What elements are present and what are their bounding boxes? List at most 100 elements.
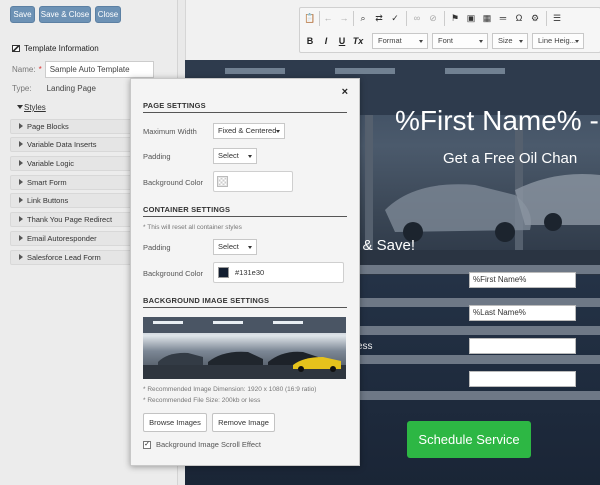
close-button[interactable]: Close xyxy=(95,6,121,23)
image-insert-icon[interactable]: ▣ xyxy=(464,11,478,25)
clear-format-button[interactable]: Tx xyxy=(351,34,365,48)
scroll-effect-option[interactable]: ✓ Background Image Scroll Effect xyxy=(143,440,261,449)
save-button[interactable]: Save xyxy=(10,6,35,23)
chevron-down-icon xyxy=(479,40,483,43)
caret-down-icon xyxy=(17,105,23,109)
phone-field[interactable] xyxy=(469,371,576,387)
type-row: Type: Landing Page xyxy=(12,84,96,93)
settings-gear-icon[interactable]: ⚙ xyxy=(528,11,542,25)
required-marker: * xyxy=(38,65,42,74)
max-width-value: Fixed & Centered xyxy=(218,126,277,135)
editor-toolbar-panel: 📋 ← → ⌕ ⇄ ✓ ∞ ⊘ ⚑ ▣ ▦ ═ Ω ⚙ ☰ B I U Tx F… xyxy=(185,0,600,60)
caret-right-icon xyxy=(19,123,23,129)
type-value: Landing Page xyxy=(46,84,96,93)
spellcheck-icon[interactable]: ✓ xyxy=(388,11,402,25)
bg-image-settings-title: BACKGROUND IMAGE SETTINGS xyxy=(143,296,270,305)
caret-right-icon xyxy=(19,235,23,241)
page-headline[interactable]: %First Name% - xyxy=(395,105,599,137)
caret-right-icon xyxy=(19,216,23,222)
italic-button[interactable]: I xyxy=(319,34,333,48)
modal-close-icon[interactable]: × xyxy=(342,86,348,98)
schedule-service-button[interactable]: Schedule Service xyxy=(407,421,531,458)
max-width-label: Maximum Width xyxy=(143,127,197,136)
undo-icon[interactable]: ← xyxy=(321,11,335,25)
page-settings-modal: × PAGE SETTINGS Maximum Width Fixed & Ce… xyxy=(130,78,360,466)
table-icon[interactable]: ▦ xyxy=(480,11,494,25)
template-name-input[interactable] xyxy=(44,61,154,78)
flag-icon[interactable]: ⚑ xyxy=(448,11,462,25)
styles-label: Styles xyxy=(24,103,46,112)
save-close-button[interactable]: Save & Close xyxy=(39,6,91,23)
empty-color-swatch xyxy=(217,176,228,187)
font-dropdown-label: Font xyxy=(438,36,454,45)
image-dimension-note: * Recommended Image Dimension: 1920 x 10… xyxy=(143,386,317,393)
link-icon[interactable]: ∞ xyxy=(410,11,424,25)
scroll-effect-label: Background Image Scroll Effect xyxy=(156,440,261,449)
first-name-field[interactable]: %First Name% xyxy=(469,272,576,288)
line-height-dropdown[interactable]: Line Heig... xyxy=(532,33,584,49)
paste-icon[interactable]: 📋 xyxy=(303,11,317,25)
template-information-heading: Template Information xyxy=(12,44,99,53)
section-divider xyxy=(143,112,347,113)
sidebar-item-label: Thank You Page Redirect xyxy=(27,215,113,224)
last-name-field[interactable]: %Last Name% xyxy=(469,305,576,321)
chevron-down-icon xyxy=(575,40,579,43)
dark-color-swatch xyxy=(218,267,229,278)
container-padding-select[interactable]: Select xyxy=(213,239,257,255)
section-divider xyxy=(143,216,347,217)
caret-right-icon xyxy=(19,179,23,185)
find-icon[interactable]: ⌕ xyxy=(356,11,370,25)
special-character-icon[interactable]: Ω xyxy=(512,11,526,25)
container-padding-label: Padding xyxy=(143,243,171,252)
page-subheadline[interactable]: Get a Free Oil Chan xyxy=(443,150,577,167)
image-size-note: * Recommended File Size: 200kb or less xyxy=(143,397,261,404)
type-label: Type: xyxy=(12,84,32,93)
format-dropdown[interactable]: Format xyxy=(372,33,428,49)
redo-icon[interactable]: → xyxy=(337,11,351,25)
image-icon xyxy=(12,45,20,52)
page-bg-color-picker[interactable] xyxy=(213,171,293,192)
container-padding-value: Select xyxy=(218,242,239,251)
styles-toggle[interactable]: Styles xyxy=(17,103,46,112)
replace-icon[interactable]: ⇄ xyxy=(372,11,386,25)
container-settings-title: CONTAINER SETTINGS xyxy=(143,205,231,214)
scroll-effect-checkbox[interactable]: ✓ xyxy=(143,440,151,449)
sidebar-item-label: Salesforce Lead Form xyxy=(27,253,101,262)
page-bg-color-label: Background Color xyxy=(143,178,204,187)
caret-right-icon xyxy=(19,141,23,147)
container-bg-color-label: Background Color xyxy=(143,269,204,278)
max-width-select[interactable]: Fixed & Centered xyxy=(213,123,285,139)
chevron-down-icon xyxy=(248,246,252,249)
caret-right-icon xyxy=(19,254,23,260)
unlink-icon[interactable]: ⊘ xyxy=(426,11,440,25)
template-information-label: Template Information xyxy=(24,44,99,53)
container-bg-color-value: #131e30 xyxy=(235,268,265,277)
sidebar-item-label: Email Autoresponder xyxy=(27,234,97,243)
bold-button[interactable]: B xyxy=(303,34,317,48)
container-bg-color-picker[interactable]: #131e30 xyxy=(213,262,344,283)
sidebar-item-label: Smart Form xyxy=(27,178,67,187)
page-padding-select[interactable]: Select xyxy=(213,148,257,164)
chevron-down-icon xyxy=(419,40,423,43)
sidebar-item-label: Variable Logic xyxy=(27,159,74,168)
caret-right-icon xyxy=(19,160,23,166)
browse-images-button[interactable]: Browse Images xyxy=(143,413,207,432)
page-padding-value: Select xyxy=(218,151,239,160)
numbered-list-icon[interactable]: ☰ xyxy=(550,11,564,25)
padding-label: Padding xyxy=(143,152,171,161)
format-dropdown-label: Format xyxy=(378,36,402,45)
chevron-down-icon xyxy=(248,155,252,158)
address-field[interactable] xyxy=(469,338,576,354)
font-dropdown[interactable]: Font xyxy=(432,33,488,49)
page-settings-title: PAGE SETTINGS xyxy=(143,101,206,110)
size-dropdown[interactable]: Size xyxy=(492,33,528,49)
remove-image-button[interactable]: Remove Image xyxy=(212,413,275,432)
horizontal-line-icon[interactable]: ═ xyxy=(496,11,510,25)
editor-toolbar: 📋 ← → ⌕ ⇄ ✓ ∞ ⊘ ⚑ ▣ ▦ ═ Ω ⚙ ☰ B I U Tx F… xyxy=(299,7,600,53)
name-row: Name: * xyxy=(12,61,154,78)
chevron-down-icon xyxy=(276,130,280,133)
sidebar-item-label: Variable Data Inserts xyxy=(27,140,97,149)
underline-button[interactable]: U xyxy=(335,34,349,48)
chevron-down-icon xyxy=(519,40,523,43)
container-reset-note: * This will reset all container styles xyxy=(143,224,242,231)
